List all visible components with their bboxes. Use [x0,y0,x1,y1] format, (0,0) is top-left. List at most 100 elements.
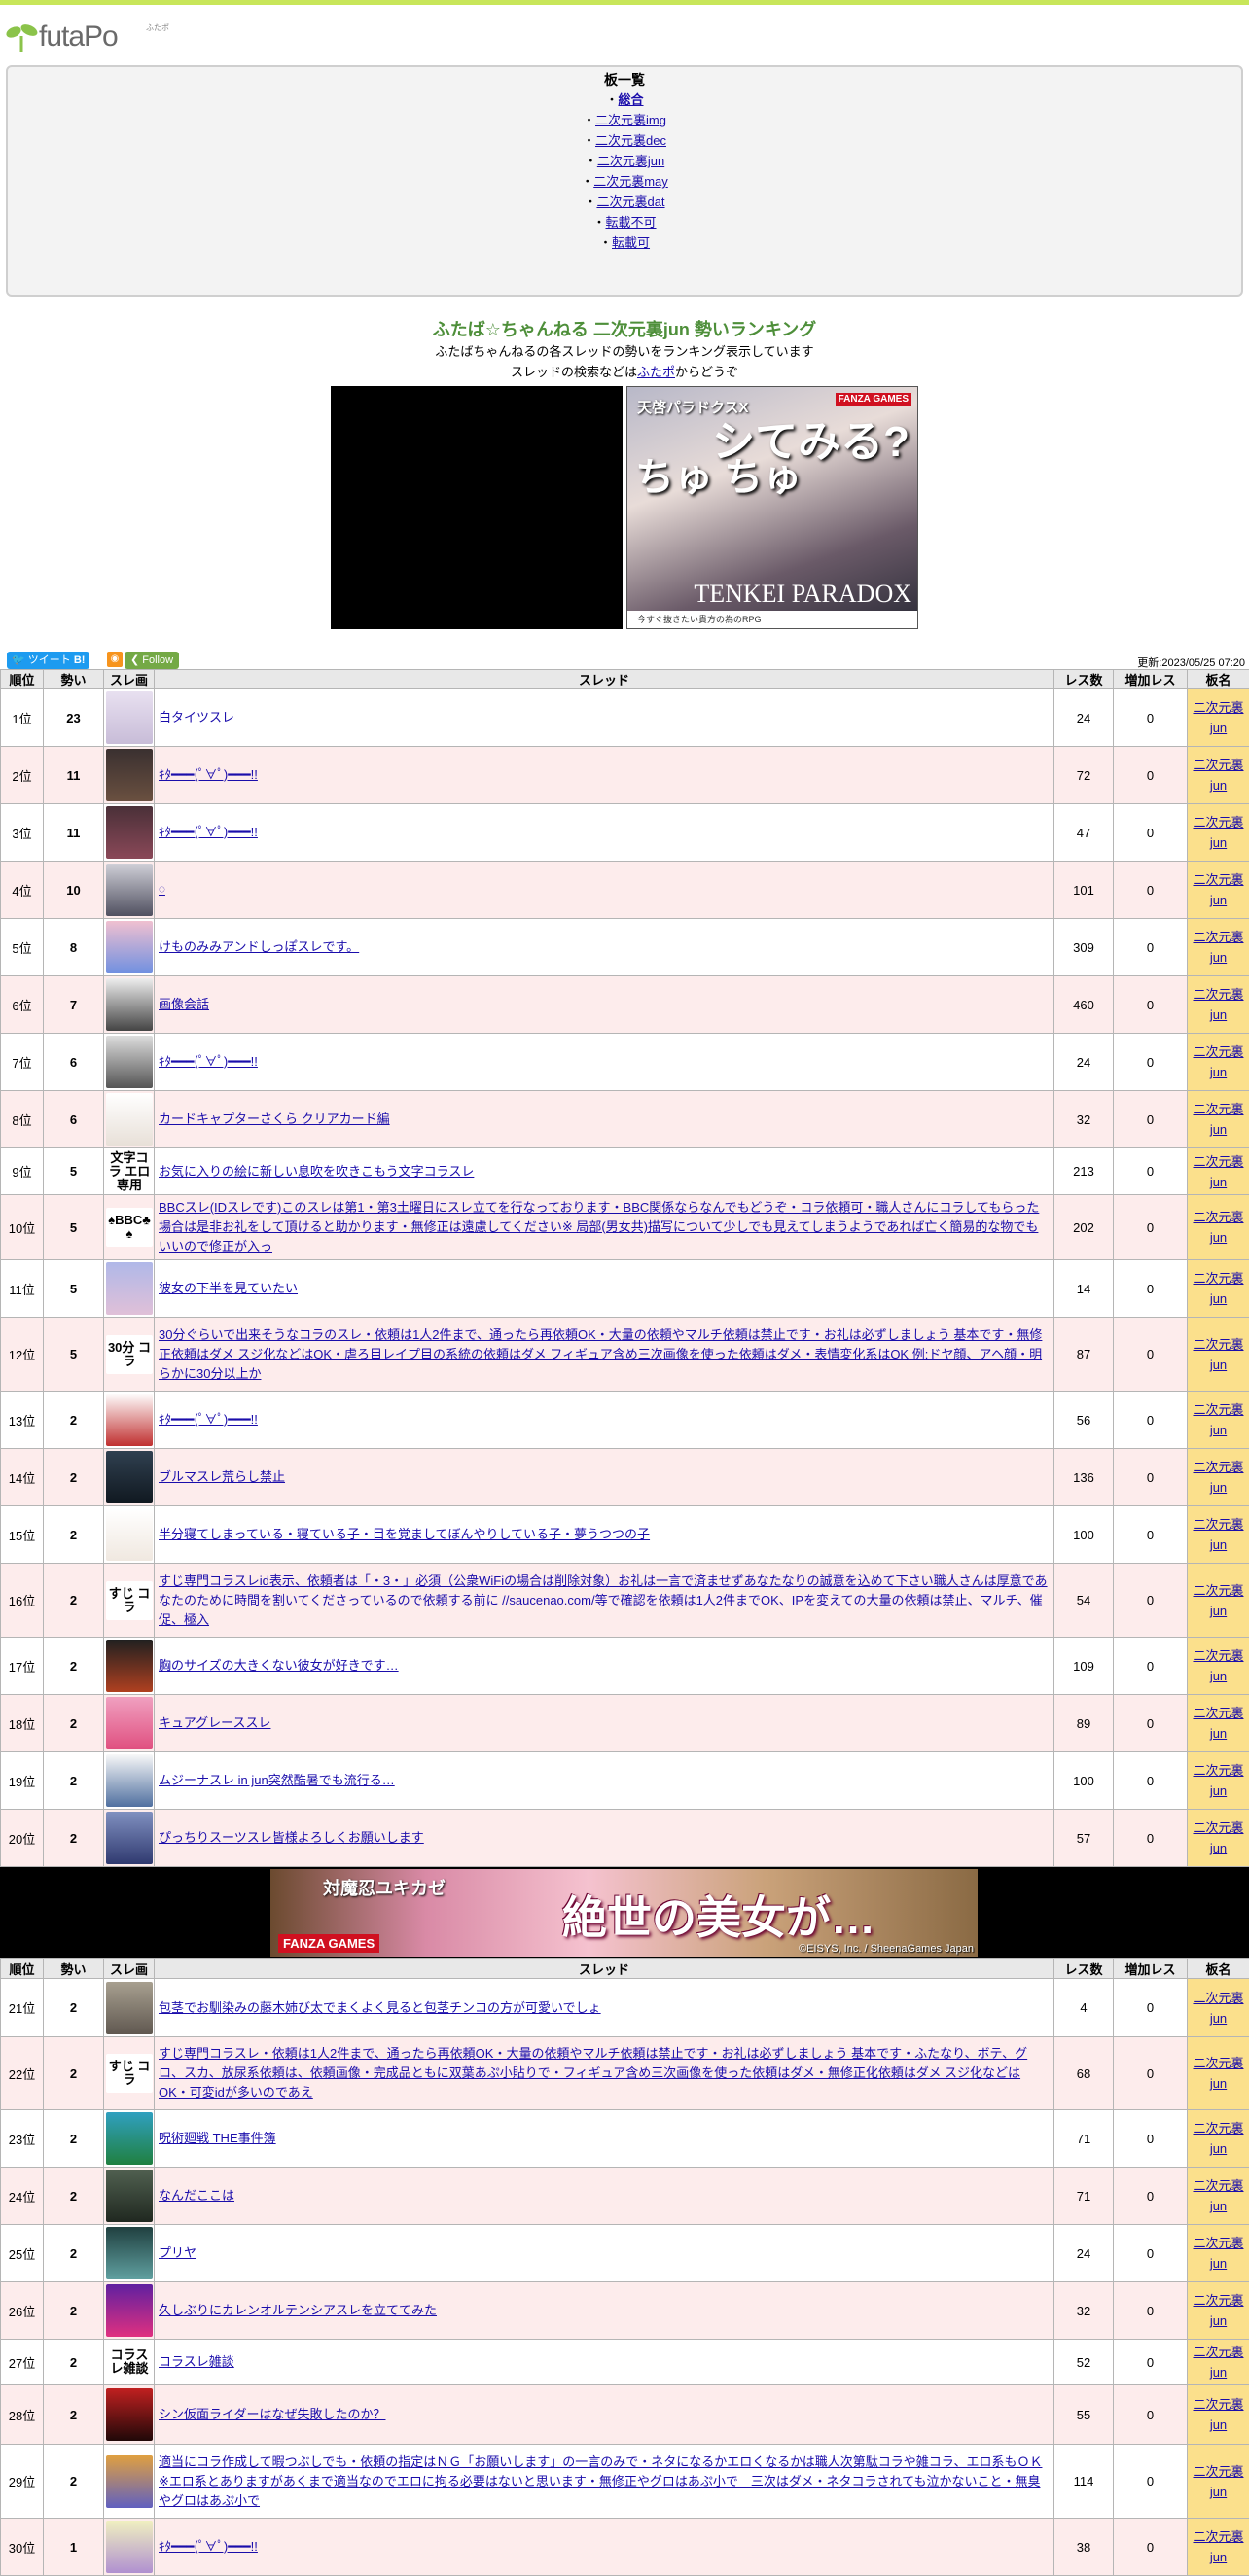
thread-link[interactable]: 𓏸 [159,882,165,897]
thread-link[interactable]: お気に入りの絵に新しい息吹を吹きこもう文字コラスレ [159,1164,474,1179]
thread-thumbnail[interactable] [106,1508,153,1561]
board-link[interactable]: 二次元裏jun [1193,815,1243,850]
board-link[interactable]: 二次元裏jun [1193,1706,1243,1741]
thread-link[interactable]: ｷﾀ━━━(ﾟ∀ﾟ)━━━!! [159,2539,258,2554]
thread-thumbnail[interactable] [106,2521,153,2573]
board-link[interactable]: 二次元裏jun [1193,2293,1243,2328]
thread-thumbnail[interactable]: すじ コラ [106,1581,153,1620]
board-link[interactable]: 二次元裏jun [1193,758,1243,793]
board-link[interactable]: 二次元裏jun [1193,1763,1243,1798]
board-link[interactable]: 二次元裏jun [1193,1337,1243,1372]
thread-link[interactable]: 久しぶりにカレンオルテンシアスレを立ててみた [159,2303,437,2317]
board-link[interactable]: 二次元裏jun [1193,1820,1243,1855]
thread-thumbnail[interactable] [106,1036,153,1088]
board-link[interactable]: 二次元裏jun [1193,1402,1243,1437]
follow-button[interactable]: ❮ Follow [125,652,179,669]
thread-link[interactable]: ｷﾀ━━━(ﾟ∀ﾟ)━━━!! [159,1412,258,1427]
thread-thumbnail[interactable] [106,2284,153,2337]
thread-link[interactable]: キュアグレーススレ [159,1715,270,1730]
thread-thumbnail[interactable] [106,806,153,859]
thread-thumbnail[interactable] [106,1093,153,1146]
tweet-button[interactable]: 🐦 ツイート B! [7,652,89,669]
thread-thumbnail[interactable] [106,2388,153,2441]
thread-link[interactable]: 適当にコラ作成して暇つぶしでも・依頼の指定はＮＧ「お願いします」の一言のみで・ネ… [159,2454,1042,2508]
board-link-may[interactable]: 二次元裏may [593,174,668,189]
ad-taimanin-banner[interactable]: 対魔忍ユキカゼ FANZA GAMES 絶世の美女が… ©EISYS, Inc.… [270,1869,978,1957]
board-link[interactable]: 二次元裏jun [1193,1517,1243,1552]
thread-link[interactable]: 画像会話 [159,997,209,1011]
site-logo[interactable]: futaPo [6,22,118,52]
board-link-img[interactable]: 二次元裏img [595,113,666,127]
thread-thumbnail[interactable]: 30分 コラ [106,1335,153,1374]
thread-link[interactable]: 呪術廻戦 THE事件簿 [159,2131,276,2145]
board-link[interactable]: 二次元裏jun [1193,1154,1243,1189]
board-link[interactable]: 二次元裏jun [1193,1991,1243,2026]
thread-link[interactable]: すじ専門コラスレ・依頼は1人2件まで、通ったら再依頼OK・大量の依頼やマルチ依頼… [159,2046,1027,2100]
thread-link[interactable]: プリヤ [159,2245,196,2260]
thread-thumbnail[interactable]: コラスレ雑談 [106,2343,153,2382]
thread-link[interactable]: ムジーナスレ in jun突然酷暑でも流行る… [159,1773,395,1787]
thread-link[interactable]: ブルマスレ荒らし禁止 [159,1469,285,1484]
board-link-repost[interactable]: 転載可 [612,235,650,250]
board-link-no-repost[interactable]: 転載不可 [606,215,657,229]
thread-thumbnail[interactable]: 文字コラ エロ専用 [106,1152,153,1191]
ad-tenkei-paradox[interactable]: 天啓パラドクスX FANZA GAMES ちゅ ちゅ シてみる? TENKEI … [626,386,918,629]
thread-link[interactable]: 包茎でお馴染みの藤木姉び太でまくよく見ると包茎チンコの方が可愛いでしょ [159,2000,601,2015]
board-link[interactable]: 二次元裏jun [1193,2529,1243,2564]
board-link[interactable]: 二次元裏jun [1193,930,1243,965]
thread-link[interactable]: なんだここは [159,2188,234,2203]
thread-link[interactable]: すじ専門コラスレid表示、依頼者は「・3・」必須（公衆WiFiの場合は削除対象）… [159,1573,1048,1627]
board-link[interactable]: 二次元裏jun [1193,2178,1243,2213]
board-link-dat[interactable]: 二次元裏dat [596,194,664,209]
thread-thumbnail[interactable] [106,1640,153,1692]
board-link[interactable]: 二次元裏jun [1193,1460,1243,1495]
thread-thumbnail[interactable] [106,691,153,744]
ad-slot-black[interactable] [331,386,623,629]
board-link[interactable]: 二次元裏jun [1193,2345,1243,2380]
thread-link[interactable]: ｷﾀ━━━(ﾟ∀ﾟ)━━━!! [159,1054,258,1069]
board-link[interactable]: 二次元裏jun [1193,2121,1243,2156]
board-link[interactable]: 二次元裏jun [1193,2464,1243,2499]
thread-link[interactable]: 半分寝てしまっている・寝ている子・目を覚ましてぼんやりしている子・夢うつつの子 [159,1527,650,1541]
thread-thumbnail[interactable]: ♠BBC♣ ♠ [106,1208,153,1247]
thread-link[interactable]: ｷﾀ━━━(ﾟ∀ﾟ)━━━!! [159,767,258,782]
thread-thumbnail[interactable] [106,749,153,801]
thread-thumbnail[interactable] [106,1394,153,1446]
board-link[interactable]: 二次元裏jun [1193,872,1243,907]
thread-link[interactable]: 30分ぐらいで出来そうなコラのスレ・依頼は1人2件まで、通ったら再依頼OK・大量… [159,1327,1042,1381]
board-link[interactable]: 二次元裏jun [1193,1044,1243,1079]
thread-thumbnail[interactable] [106,2227,153,2279]
thread-thumbnail[interactable] [106,2112,153,2165]
board-link[interactable]: 二次元裏jun [1193,1271,1243,1306]
board-link-sougou[interactable]: 総合 [619,92,644,107]
board-link[interactable]: 二次元裏jun [1193,1648,1243,1683]
thread-link[interactable]: 彼女の下半を見ていたい [159,1281,298,1295]
board-link-dec[interactable]: 二次元裏dec [595,133,666,148]
thread-thumbnail[interactable] [106,864,153,916]
thread-link[interactable]: 胸のサイズの大きくない彼女が好きです… [159,1658,399,1673]
board-link[interactable]: 二次元裏jun [1193,2236,1243,2271]
thread-thumbnail[interactable] [106,921,153,973]
board-link[interactable]: 二次元裏jun [1193,1102,1243,1137]
thread-thumbnail[interactable] [106,1451,153,1503]
thread-thumbnail[interactable] [106,2455,153,2508]
thread-thumbnail[interactable] [106,978,153,1031]
futapo-link[interactable]: ふたポ [637,365,675,379]
board-link[interactable]: 二次元裏jun [1193,2397,1243,2432]
thread-link[interactable]: 白タイツスレ [159,710,234,724]
thread-link[interactable]: BBCスレ(IDスレです)このスレは第1・第3土曜日にスレ立てを行なっております… [159,1200,1039,1253]
board-link[interactable]: 二次元裏jun [1193,1210,1243,1245]
thread-thumbnail[interactable] [106,2170,153,2222]
thread-thumbnail[interactable]: すじ コラ [106,2054,153,2093]
board-link[interactable]: 二次元裏jun [1193,700,1243,735]
board-link[interactable]: 二次元裏jun [1193,1583,1243,1618]
thread-link[interactable]: コラスレ雑談 [159,2354,234,2369]
thread-thumbnail[interactable] [106,1754,153,1807]
board-link-jun[interactable]: 二次元裏jun [597,154,664,168]
thread-link[interactable]: ｷﾀ━━━(ﾟ∀ﾟ)━━━!! [159,825,258,839]
thread-link[interactable]: ぴっちりスーツスレ皆様よろしくお願いします [159,1830,424,1845]
thread-thumbnail[interactable] [106,1697,153,1749]
board-link[interactable]: 二次元裏jun [1193,987,1243,1022]
thread-link[interactable]: カードキャプターさくら クリアカード編 [159,1112,390,1126]
thread-link[interactable]: シン仮面ライダーはなぜ失敗したのか？ [159,2407,385,2421]
